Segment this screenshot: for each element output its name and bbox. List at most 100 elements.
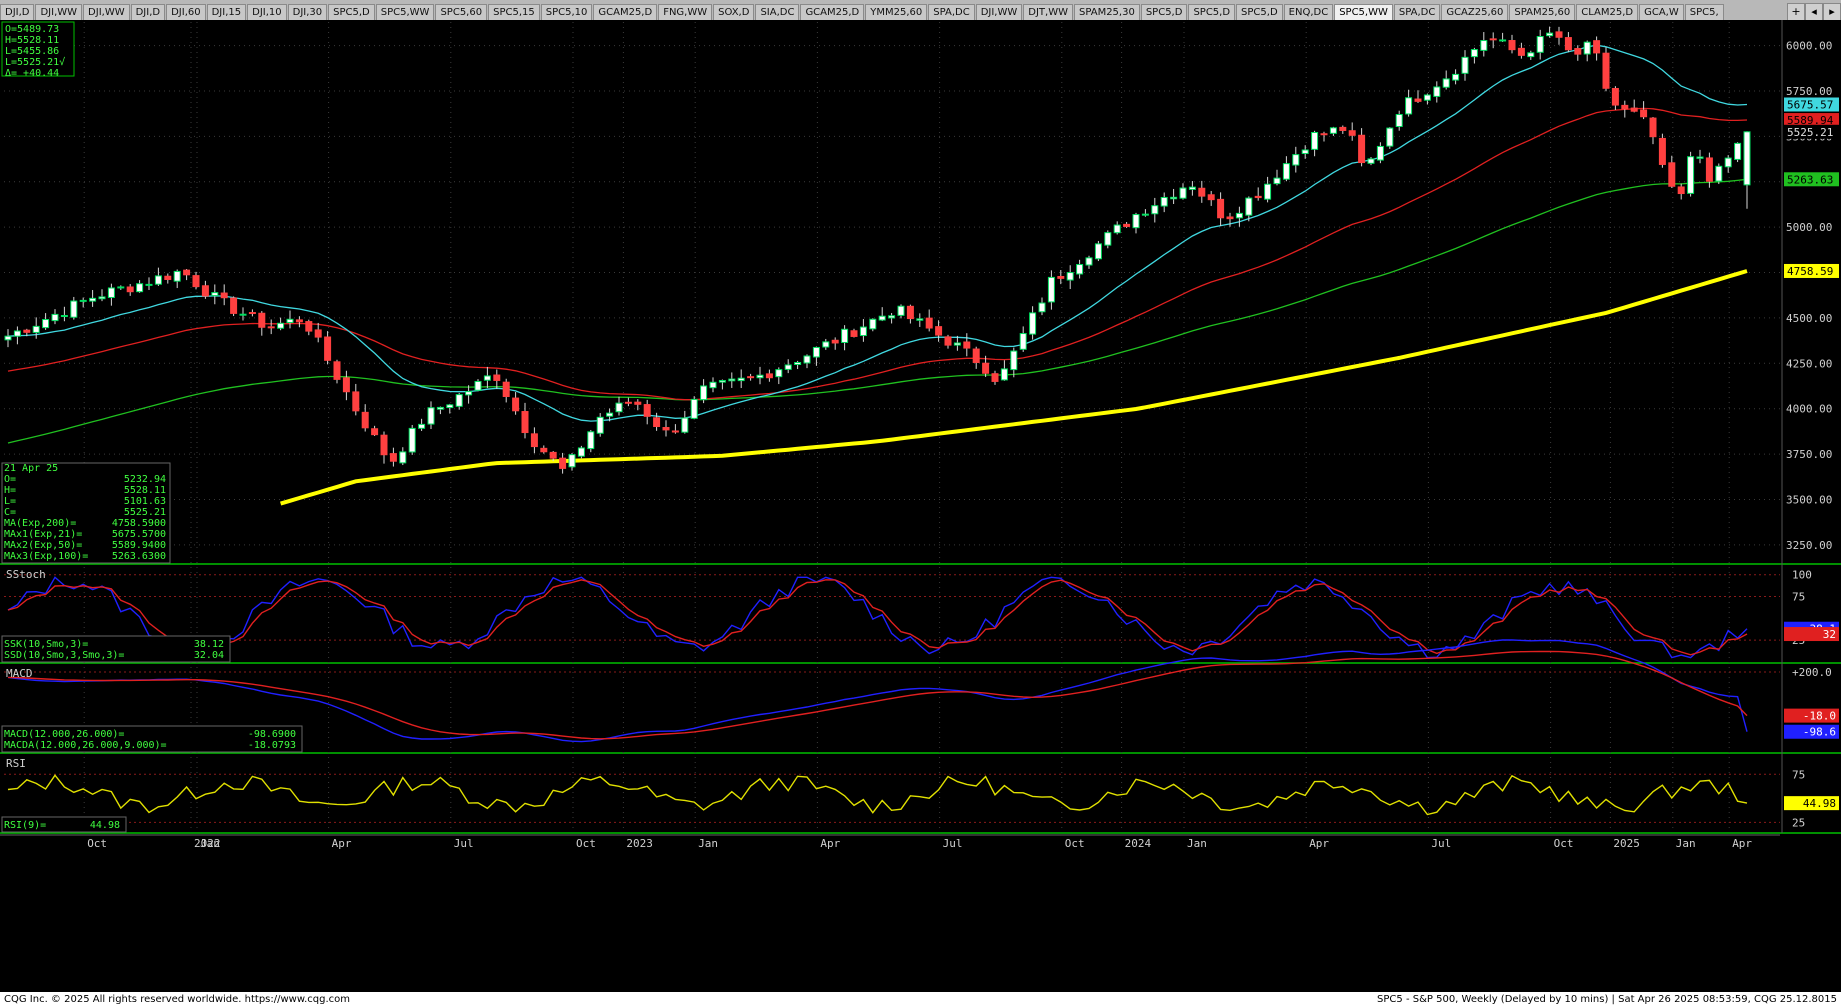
chart-tab[interactable]: SPA,DC xyxy=(928,4,975,20)
candle-body xyxy=(13,330,21,337)
chart-tab[interactable]: SIA,DC xyxy=(755,4,800,20)
chart-tab[interactable]: SPC5,10 xyxy=(540,4,593,20)
chart-tab[interactable]: DJI,WW xyxy=(83,4,130,20)
candle-body xyxy=(925,317,933,329)
candle-body xyxy=(1188,186,1196,190)
candle-body xyxy=(126,286,134,293)
candle-body xyxy=(164,275,172,280)
chart-tab[interactable]: DJI,60 xyxy=(166,4,206,20)
data-window-label: MAx3(Exp,100)= xyxy=(4,551,88,562)
chart-tab[interactable]: SPAM25,60 xyxy=(1509,4,1576,20)
chart-tab[interactable]: GCAM25,D xyxy=(800,4,865,20)
data-window-value: 5232.94 xyxy=(124,474,166,485)
candle-body xyxy=(1066,272,1074,281)
candle-body xyxy=(935,326,943,336)
candle-body xyxy=(991,373,999,382)
chart-tab[interactable]: GCAM25,D xyxy=(593,4,658,20)
candle-body xyxy=(1452,73,1460,81)
chart-tab[interactable]: SPC5, xyxy=(1684,4,1724,20)
indicator-tag-label: 32 xyxy=(1823,628,1836,641)
candle-body xyxy=(1038,302,1046,313)
candle-body xyxy=(1461,56,1469,74)
candle-body xyxy=(831,339,839,344)
data-window-value: 5675.5700 xyxy=(112,529,166,540)
data-window-value: 4758.5900 xyxy=(112,518,166,529)
indicator-title: SStoch xyxy=(6,568,46,581)
candle-body xyxy=(502,381,510,397)
candle-body xyxy=(1734,142,1742,160)
candle-body xyxy=(737,377,745,382)
candle-body xyxy=(42,319,50,329)
scroll-left-button[interactable]: ◂ xyxy=(1805,3,1823,21)
chart-tab[interactable]: DJI,10 xyxy=(247,4,287,20)
data-window-label: MAx2(Exp,50)= xyxy=(4,540,82,551)
indicator-tick-label: 75 xyxy=(1792,768,1805,781)
candle-body xyxy=(267,326,275,329)
chart-tab[interactable]: DJI,30 xyxy=(287,4,328,20)
chart-tab[interactable]: DJI,WW xyxy=(975,4,1023,20)
chart-tab[interactable]: SPC5,D xyxy=(1236,4,1283,20)
candle-body xyxy=(295,319,303,323)
chart-tab[interactable]: SPC5,WW xyxy=(375,4,435,20)
chart-tab[interactable]: SPC5,D xyxy=(1140,4,1188,20)
chart-tab[interactable]: SPC5,60 xyxy=(435,4,488,20)
price-tick-label: 3250.00 xyxy=(1786,539,1832,552)
add-tab-button[interactable]: + xyxy=(1787,3,1805,21)
candle-body xyxy=(1329,127,1337,134)
indicator-info-label: RSI(9)= xyxy=(4,820,46,831)
chart-tab[interactable]: SPC5,15 xyxy=(488,4,540,20)
chart-tab[interactable]: YMM25,60 xyxy=(865,4,928,20)
chart-tab[interactable]: DJI,WW xyxy=(35,4,83,20)
candle-body xyxy=(408,427,416,453)
candle-body xyxy=(79,299,87,302)
chart-tab[interactable]: DJI,15 xyxy=(206,4,247,20)
candle-body xyxy=(681,417,689,433)
chart-tab[interactable]: DJI,D xyxy=(130,4,166,20)
chart-tab[interactable]: DJT,WW xyxy=(1023,4,1073,20)
chart-tab[interactable]: FNG,WW xyxy=(658,4,713,20)
candle-body xyxy=(1113,224,1121,234)
ohlc-line: H=5528.11 xyxy=(5,35,59,46)
chart-tab[interactable]: GCA,W xyxy=(1639,4,1684,20)
candle-body xyxy=(277,322,285,329)
candle-body xyxy=(1179,187,1187,199)
candle-body xyxy=(258,312,266,328)
candle-body xyxy=(493,374,501,381)
candle-body xyxy=(869,318,877,330)
candle-body xyxy=(1358,134,1366,164)
ohlc-line: L=5525.21√ xyxy=(5,56,65,68)
price-tick-label: 4500.00 xyxy=(1786,312,1832,325)
candle-body xyxy=(1000,368,1008,381)
chart-tab[interactable]: SPC5,D xyxy=(1188,4,1236,20)
candle-body xyxy=(982,362,990,374)
candle-body xyxy=(1132,214,1140,229)
chart-tab[interactable]: DJI,D xyxy=(0,4,35,20)
candle-body xyxy=(248,312,256,315)
candle-body xyxy=(1499,39,1507,42)
chart-tab[interactable]: GCAZ25,60 xyxy=(1441,4,1509,20)
chart-tab[interactable]: SPC5,WW xyxy=(1334,4,1393,20)
chart-tab[interactable]: CLAM25,D xyxy=(1576,4,1639,20)
status-footer: CQG Inc. © 2025 All rights reserved worl… xyxy=(0,992,1841,1008)
candle-body xyxy=(888,315,896,319)
candle-body xyxy=(436,406,444,410)
candle-body xyxy=(145,283,153,286)
chart-tab[interactable]: SPAM25,30 xyxy=(1073,4,1140,20)
chart-tab[interactable]: ENQ,DC xyxy=(1283,4,1334,20)
candle-body xyxy=(549,451,557,459)
chart-tab[interactable]: SPC5,D xyxy=(328,4,375,20)
chart-area[interactable]: 6000.005750.005500.005250.005000.004750.… xyxy=(0,20,1841,992)
candle-body xyxy=(521,411,529,434)
candle-body xyxy=(446,404,454,409)
candle-body xyxy=(1010,350,1018,371)
time-axis-label: Apr xyxy=(1309,837,1329,850)
candle-body xyxy=(812,346,820,358)
scroll-right-button[interactable]: ▸ xyxy=(1823,3,1841,21)
data-window-label: C= xyxy=(4,507,16,518)
candle-body xyxy=(963,341,971,349)
candle-body xyxy=(239,313,247,316)
candle-body xyxy=(1715,165,1723,182)
chart-tab[interactable]: SOX,D xyxy=(713,4,755,20)
candle-body xyxy=(1245,197,1253,216)
chart-tab[interactable]: SPA,DC xyxy=(1393,4,1441,20)
